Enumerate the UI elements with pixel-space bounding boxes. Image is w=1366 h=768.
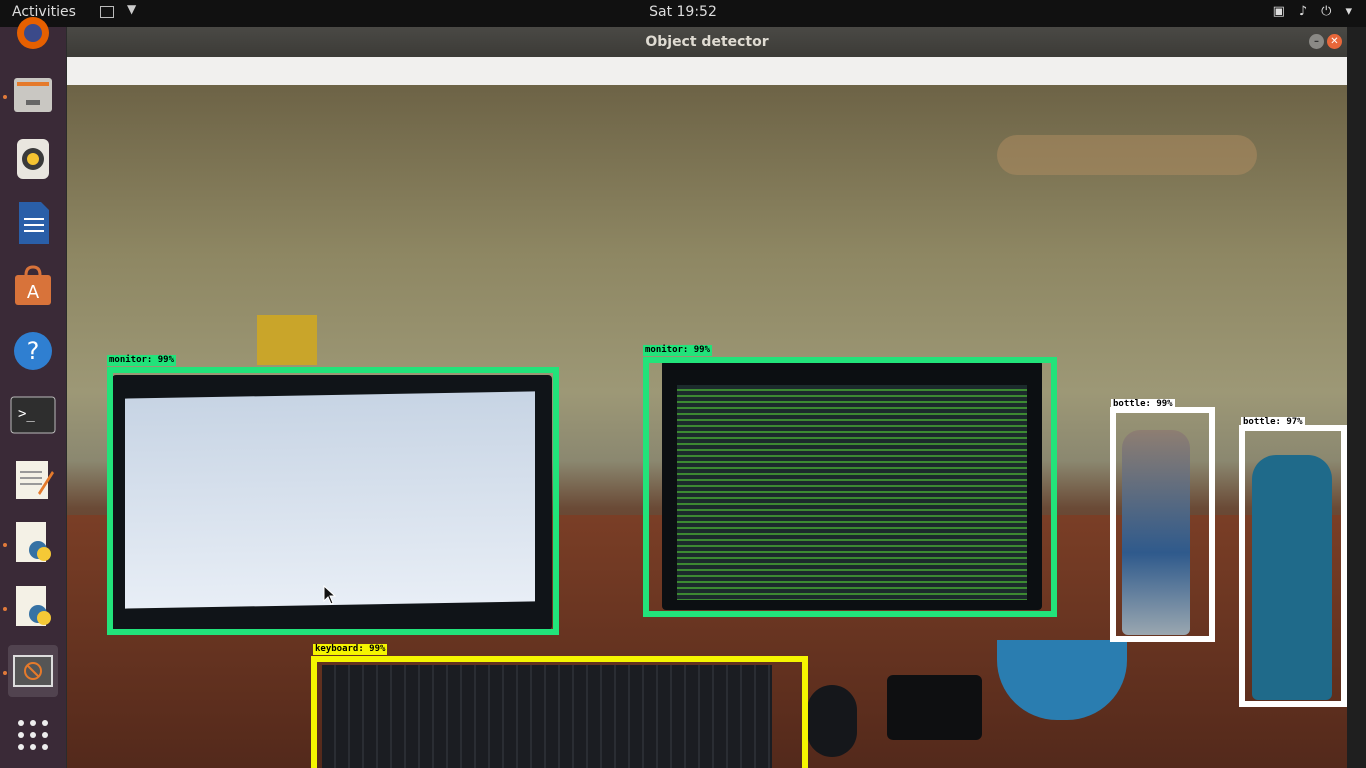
phone [887, 675, 982, 740]
detection-label: keyboard: 99% [313, 644, 388, 655]
background-edge [1347, 27, 1366, 768]
mouse [807, 685, 857, 757]
svg-text:?: ? [27, 337, 40, 365]
minimize-button[interactable]: – [1309, 34, 1324, 49]
clock[interactable]: Sat 19:52 [649, 4, 717, 20]
wall-stain [997, 135, 1257, 175]
svg-text:A: A [27, 282, 40, 303]
power-icon[interactable]: ⏻ [1321, 4, 1331, 19]
network-icon[interactable]: ▣ [1273, 4, 1285, 19]
dock: A ? >_ [0, 17, 66, 768]
detection-label: monitor: 99% [643, 345, 713, 356]
app-menu-icon[interactable] [100, 6, 114, 18]
mouse-cursor-icon [323, 585, 337, 605]
rhythmbox-icon[interactable] [8, 133, 58, 185]
help-icon[interactable]: ? [8, 325, 58, 377]
terminal-icon[interactable]: >_ [8, 389, 58, 441]
python-file-icon[interactable] [8, 581, 58, 633]
camera-frame: monitor: 99% monitor: 99% keyboard: 99% … [67, 85, 1347, 768]
detection-box-bottle [1110, 407, 1215, 642]
system-tray[interactable]: ▣ ♪ ⏻ ▾ [1273, 4, 1352, 19]
show-applications-icon[interactable] [8, 709, 58, 761]
window-titlebar[interactable]: Object detector – ✕ [67, 27, 1347, 57]
top-bar: Activities ▼ Sat 19:52 ▣ ♪ ⏻ ▾ [0, 0, 1366, 27]
detection-box-monitor [643, 357, 1057, 617]
text-editor-icon[interactable] [8, 453, 58, 505]
object-detector-app-icon[interactable] [8, 645, 58, 697]
chevron-down-icon[interactable]: ▼ [127, 2, 136, 16]
detection-box-bottle [1239, 425, 1347, 707]
chevron-down-icon[interactable]: ▾ [1345, 4, 1352, 19]
firefox-icon[interactable] [8, 7, 58, 59]
python-file-icon[interactable] [8, 517, 58, 569]
detection-label: bottle: 97% [1241, 417, 1305, 428]
window-toolbar [67, 57, 1347, 85]
close-button[interactable]: ✕ [1327, 34, 1342, 49]
volume-icon[interactable]: ♪ [1299, 4, 1307, 19]
software-center-icon[interactable]: A [8, 261, 58, 313]
window-title: Object detector [645, 34, 769, 50]
pen-holder [257, 315, 317, 365]
detection-label: bottle: 99% [1111, 399, 1175, 410]
detection-label: monitor: 99% [107, 355, 177, 366]
object-detector-window: Object detector – ✕ monitor: 99% monitor… [67, 27, 1347, 768]
svg-text:>_: >_ [18, 406, 35, 422]
libreoffice-writer-icon[interactable] [8, 197, 58, 249]
files-icon[interactable] [8, 69, 58, 121]
detection-box-keyboard [311, 656, 808, 768]
